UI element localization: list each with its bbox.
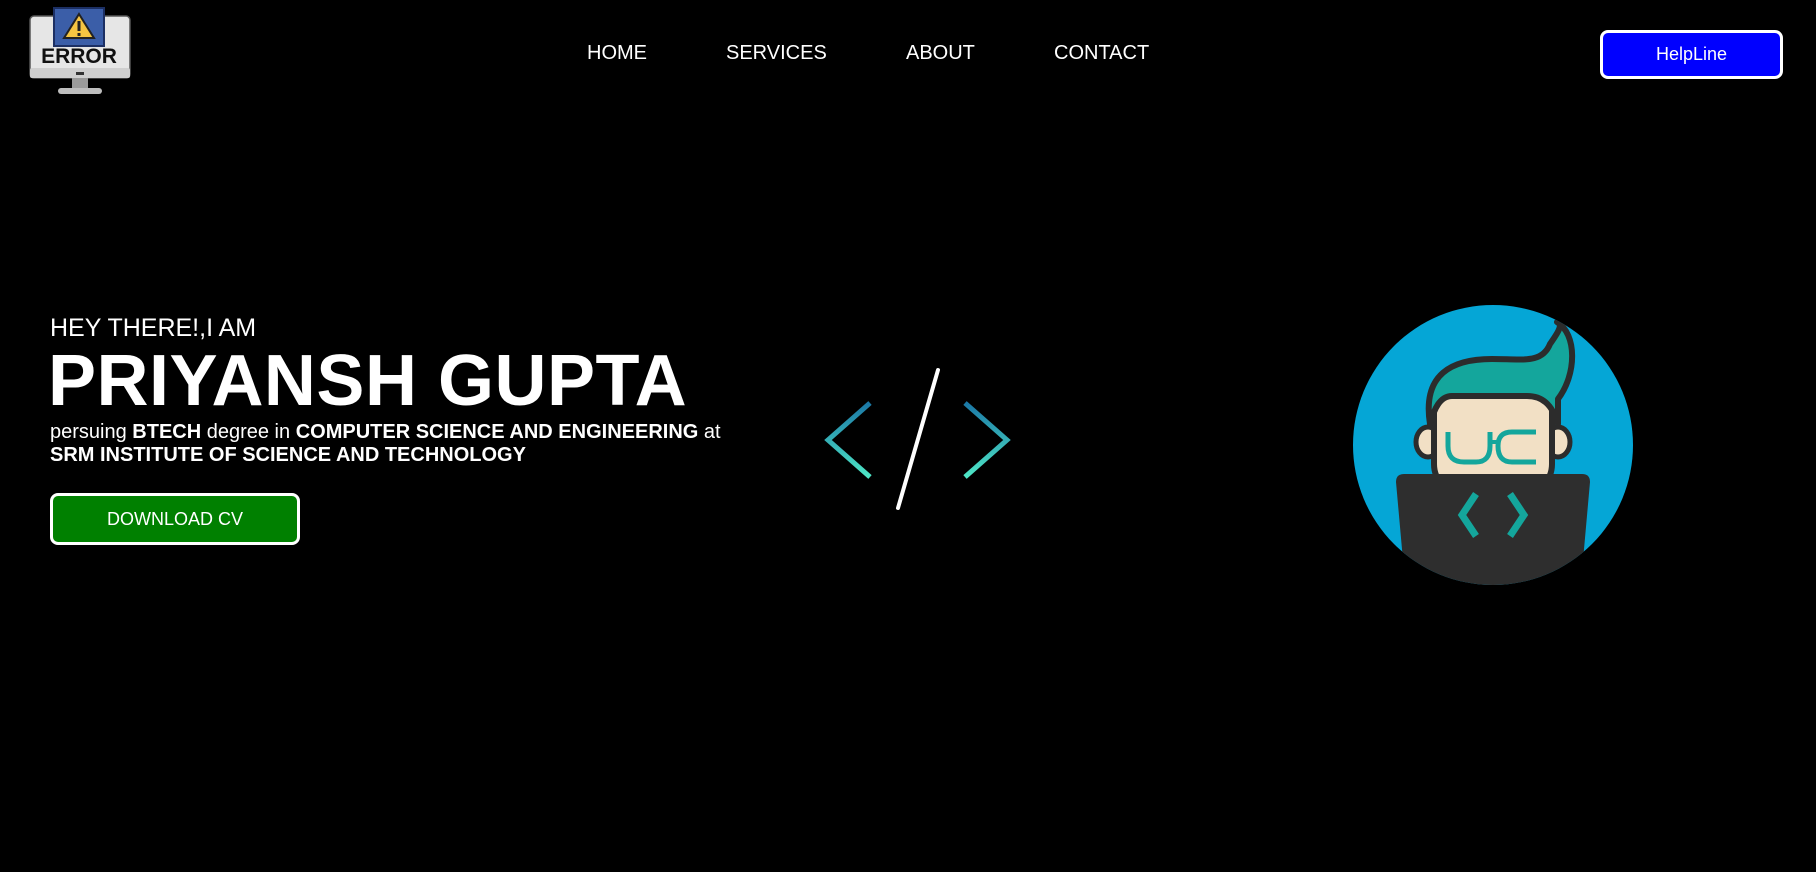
nav-services[interactable]: SERVICES — [726, 42, 827, 65]
page: ERROR HOME SERVICES ABOUT CONTACT HelpLi… — [0, 0, 1816, 872]
hero-name: PRIYANSH GUPTA — [48, 341, 688, 421]
nav-about[interactable]: ABOUT — [906, 42, 975, 65]
developer-avatar-icon — [1353, 305, 1633, 585]
helpline-button[interactable]: HelpLine — [1600, 30, 1783, 79]
hero-greeting: HEY THERE!,I AM — [50, 314, 257, 342]
desc-institute: SRM INSTITUTE OF SCIENCE AND TECHNOLOGY — [50, 444, 526, 466]
download-cv-button[interactable]: DOWNLOAD CV — [50, 493, 300, 545]
desc-part: at — [698, 421, 721, 443]
nav-home[interactable]: HOME — [587, 42, 647, 65]
desc-part: degree in — [201, 421, 296, 443]
desc-degree: BTECH — [132, 421, 202, 443]
desc-part: persuing — [50, 421, 133, 443]
nav-contact[interactable]: CONTACT — [1054, 42, 1149, 65]
code-brackets-icon — [824, 368, 1011, 510]
hero-description: persuing BTECH degree in COMPUTER SCIENC… — [50, 421, 770, 467]
main-nav: HOME SERVICES ABOUT CONTACT — [0, 42, 1816, 70]
desc-branch: COMPUTER SCIENCE AND ENGINEERING — [295, 421, 699, 443]
